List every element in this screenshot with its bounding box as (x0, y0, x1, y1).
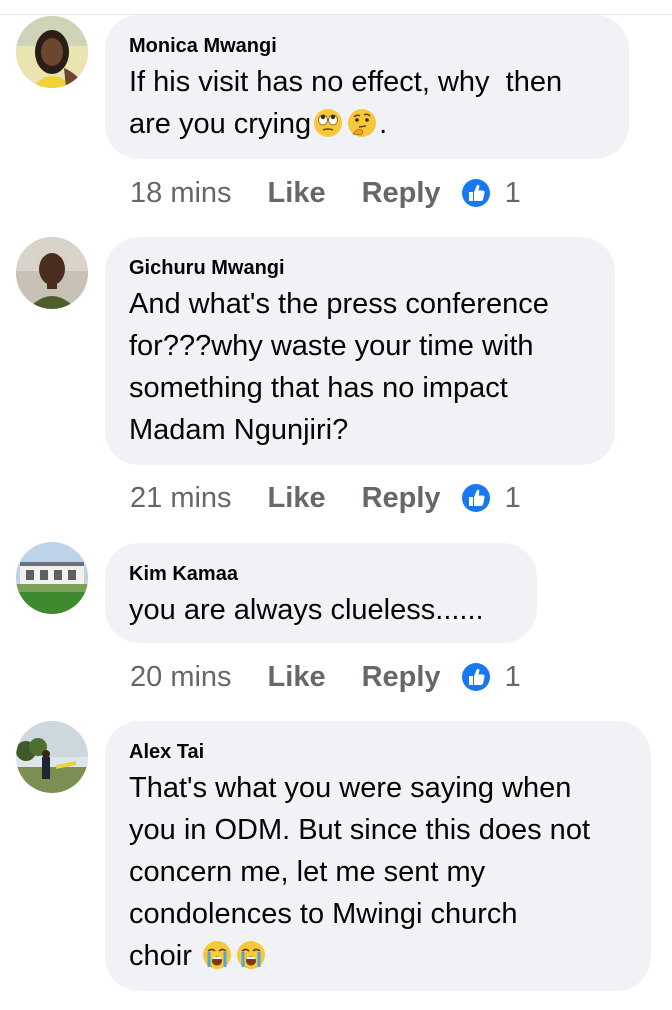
comment-line: are you crying (129, 108, 312, 140)
comment-actions: 20 mins Like Reply 1 (130, 659, 521, 695)
comment-text: And what's the press conference for???wh… (129, 283, 591, 451)
comments-page: Monica Mwangi If his visit has no effect… (0, 0, 672, 1010)
like-icon[interactable] (461, 483, 491, 513)
comment-author[interactable]: Monica Mwangi (129, 33, 605, 59)
comment-actions: 18 mins Like Reply 1 (130, 175, 521, 211)
like-button[interactable]: Like (268, 177, 326, 210)
comment-actions: 21 mins Like Reply 1 (130, 480, 521, 516)
reply-button[interactable]: Reply (362, 661, 441, 694)
comment-line: for???why waste your time with (129, 330, 534, 362)
comment-line: Madam Ngunjiri? (129, 414, 349, 446)
comment-bubble: Gichuru Mwangi And what's the press conf… (105, 237, 615, 465)
like-icon[interactable] (461, 178, 491, 208)
comment-line-suffix: . (379, 108, 388, 140)
comment-text: you are always clueless...... (129, 594, 484, 626)
timestamp[interactable]: 18 mins (130, 177, 232, 210)
timestamp[interactable]: 21 mins (130, 482, 232, 515)
like-icon[interactable] (461, 662, 491, 692)
avatar[interactable] (16, 237, 88, 309)
like-button[interactable]: Like (268, 661, 326, 694)
comment-line: condolences to Mwingi church (129, 898, 518, 930)
comment-text: That's what you were saying when you in … (129, 767, 627, 977)
face-with-rolling-eyes-icon (314, 109, 343, 137)
avatar[interactable] (16, 721, 88, 793)
comment-author[interactable]: Gichuru Mwangi (129, 255, 591, 281)
avatar[interactable] (16, 542, 88, 614)
thinking-face-icon (348, 109, 377, 137)
avatar[interactable] (16, 16, 88, 88)
comment-bubble: Kim Kamaa you are always clueless...... (105, 543, 537, 643)
loudly-crying-face-icon (202, 941, 231, 969)
reply-button[interactable]: Reply (362, 177, 441, 210)
comment-text: If his visit has no effect, why then are… (129, 61, 605, 145)
comment-line: choir (129, 940, 192, 972)
reply-button[interactable]: Reply (362, 482, 441, 515)
comment-line: If his visit has no effect, why then (129, 66, 563, 98)
loudly-crying-face-icon (236, 941, 265, 969)
comment-bubble: Alex Tai That's what you were saying whe… (105, 721, 651, 991)
comment-line: something that has no impact (129, 372, 508, 404)
comment-line: And what's the press conference (129, 288, 549, 320)
timestamp[interactable]: 20 mins (130, 661, 232, 694)
reaction-count[interactable]: 1 (505, 661, 521, 694)
comment-author[interactable]: Kim Kamaa (129, 561, 513, 587)
comment-line: concern me, let me sent my (129, 856, 486, 888)
reaction-count[interactable]: 1 (505, 482, 521, 515)
comment-bubble: Monica Mwangi If his visit has no effect… (105, 15, 629, 159)
reaction-count[interactable]: 1 (505, 177, 521, 210)
comment-line: you in ODM. But since this does not (129, 814, 590, 846)
like-button[interactable]: Like (268, 482, 326, 515)
comment-line: That's what you were saying when (129, 772, 572, 804)
comment-author[interactable]: Alex Tai (129, 739, 627, 765)
